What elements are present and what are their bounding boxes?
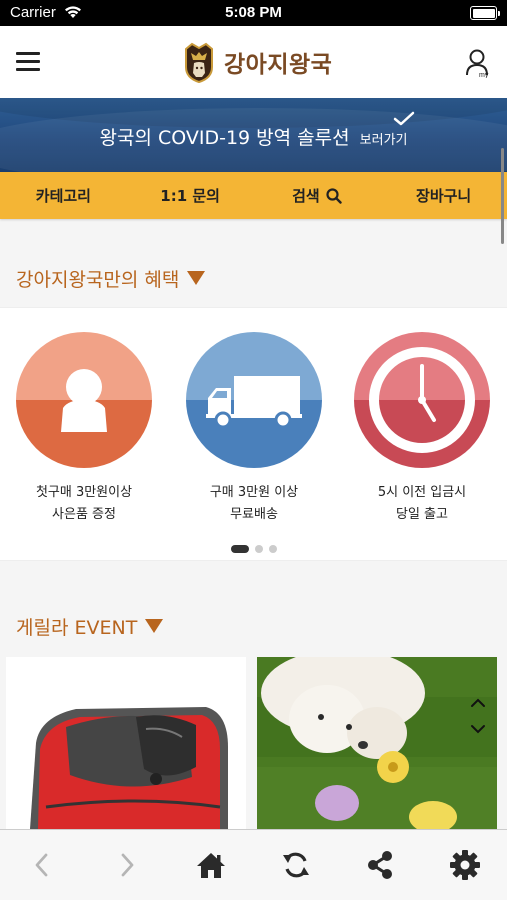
top-nav: 카테고리 1:1 문의 검색 장바구니: [0, 172, 507, 219]
nav-category-label: 카테고리: [35, 187, 91, 205]
carousel-dots: [0, 545, 507, 553]
brand-name: 강아지왕국: [224, 52, 333, 78]
person-icon: [16, 332, 152, 468]
nav-search-label: 검색: [292, 187, 320, 205]
carousel-dot-active[interactable]: [230, 545, 249, 553]
covid-banner[interactable]: 왕국의 COVID-19 방역 솔루션 보러가기: [0, 98, 507, 172]
home-button[interactable]: [169, 840, 254, 890]
my-account-button[interactable]: my: [465, 48, 491, 79]
page-scrollbar[interactable]: [501, 148, 504, 244]
home-icon: [197, 853, 226, 878]
back-icon: [35, 853, 48, 877]
share-button[interactable]: [338, 840, 423, 890]
benefit-text-shipping: 구매 3만원 이상 무료배송: [184, 482, 324, 526]
benefit-text-gift: 첫구매 3만원이상 사은품 증정: [14, 482, 154, 526]
event-card-puppy[interactable]: [257, 657, 497, 829]
benefit-line1: 구매 3만원 이상: [209, 485, 299, 500]
refresh-icon: [282, 852, 309, 878]
back-button[interactable]: [0, 840, 85, 890]
battery-icon: [470, 6, 500, 20]
benefit-line1: 첫구매 3만원이상: [35, 485, 133, 500]
settings-button[interactable]: [423, 840, 507, 890]
carousel-dot[interactable]: [268, 545, 277, 553]
benefit-circle-gift: [16, 332, 152, 468]
benefit-free-shipping[interactable]: 구매 3만원 이상 무료배송: [184, 332, 324, 526]
app-header: 강아지왕국 my: [0, 26, 507, 98]
menu-button[interactable]: [16, 52, 42, 72]
triangle-down-icon: [145, 619, 164, 633]
benefits-carousel[interactable]: 첫구매 3만원이상 사은품 증정 구매 3만원 이상 무료배송 5시 이전 입금…: [0, 307, 507, 561]
nav-cart[interactable]: 장바구니: [380, 185, 507, 206]
benefit-same-day-shipping[interactable]: 5시 이전 입금시 당일 출고: [352, 332, 492, 526]
benefit-line2: 무료배송: [230, 507, 278, 522]
white-puppy-toys-image: [257, 657, 497, 829]
pet-carrier-bag-image: [6, 657, 246, 829]
benefit-circle-clock: [354, 332, 490, 468]
dog-crest-logo: [185, 42, 213, 83]
benefit-line2: 사은품 증정: [52, 507, 116, 522]
share-icon: [368, 851, 393, 879]
my-badge: my: [479, 72, 489, 78]
benefit-circle-shipping: [186, 332, 322, 468]
benefit-text-clock: 5시 이전 입금시 당일 출고: [352, 482, 492, 526]
benefits-title: 강아지왕국만의 혜택: [16, 265, 206, 292]
search-icon: [326, 187, 342, 204]
event-grid: [6, 657, 501, 829]
truck-icon: [186, 332, 322, 468]
nav-category[interactable]: 카테고리: [0, 185, 127, 206]
banner-text: 왕국의 COVID-19 방역 솔루션 보러가기: [0, 123, 507, 150]
forward-icon: [121, 853, 134, 877]
triangle-down-icon: [187, 271, 206, 285]
event-card-carrier-bag[interactable]: [6, 657, 246, 829]
my-account-icon: my: [466, 49, 489, 79]
carousel-dot[interactable]: [254, 545, 263, 553]
nav-search[interactable]: 검색: [254, 185, 381, 206]
clock-icon: [354, 332, 490, 468]
nav-inquiry-label: 1:1 문의: [160, 187, 220, 205]
benefit-line2: 당일 출고: [396, 507, 448, 522]
scroll-arrows[interactable]: [469, 692, 487, 740]
refresh-button[interactable]: [254, 840, 339, 890]
status-time: 5:08 PM: [225, 4, 282, 21]
forward-button[interactable]: [85, 840, 170, 890]
bottom-toolbar: [0, 829, 507, 900]
banner-link[interactable]: 보러가기: [360, 133, 408, 148]
event-title-text: 게릴라 EVENT: [16, 617, 138, 639]
event-title: 게릴라 EVENT: [16, 613, 164, 640]
benefits-title-text: 강아지왕국만의 혜택: [16, 269, 180, 291]
benefit-line1: 5시 이전 입금시: [377, 485, 467, 500]
nav-cart-label: 장바구니: [416, 187, 472, 205]
status-bar: Carrier 5:08 PM: [0, 0, 507, 26]
settings-icon: [449, 850, 480, 880]
banner-title: 왕국의 COVID-19 방역 솔루션: [99, 127, 350, 149]
check-icon: [393, 111, 415, 126]
brand-logo[interactable]: 강아지왕국: [182, 40, 332, 84]
benefit-first-purchase-gift[interactable]: 첫구매 3만원이상 사은품 증정: [14, 332, 154, 526]
nav-inquiry[interactable]: 1:1 문의: [127, 185, 254, 206]
